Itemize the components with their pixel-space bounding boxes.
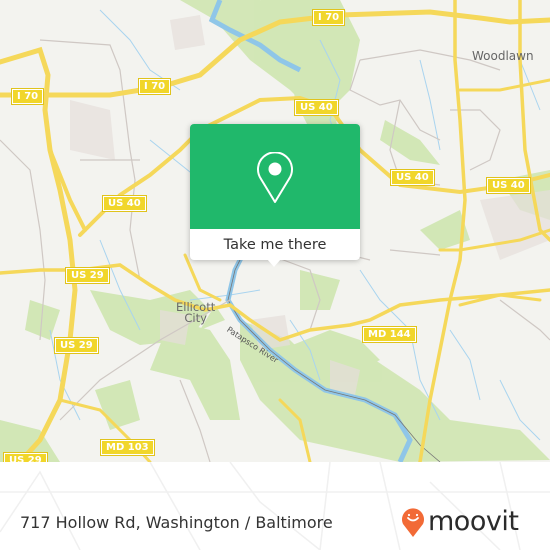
route-shield-us29: US 29	[3, 452, 48, 462]
route-shield-i70: I 70	[137, 78, 172, 95]
map[interactable]: I 70 I 70 I 70 US 40 US 40 US 40 US 40 U…	[0, 0, 550, 462]
moovit-logo[interactable]: moovit	[400, 506, 519, 538]
route-shield-us40: US 40	[486, 177, 531, 194]
route-shield-md103: MD 103	[100, 439, 155, 456]
footer: 717 Hollow Rd, Washington / Baltimore mo…	[0, 462, 550, 550]
map-pin-icon	[257, 152, 293, 203]
route-shield-i70: I 70	[311, 9, 346, 26]
address-text: 717 Hollow Rd, Washington / Baltimore	[20, 513, 333, 532]
popup-pointer	[267, 259, 281, 267]
place-label-woodlawn: Woodlawn	[472, 49, 534, 63]
route-shield-i70: I 70	[10, 88, 45, 105]
route-shield-us29: US 29	[54, 337, 99, 354]
route-shield-us40: US 40	[294, 99, 339, 116]
take-me-there-button[interactable]: Take me there	[190, 229, 360, 260]
route-shield-us40: US 40	[102, 195, 147, 212]
route-shield-us29: US 29	[65, 267, 110, 284]
route-shield-us40: US 40	[390, 169, 435, 186]
place-label-line: City	[184, 311, 207, 325]
route-shield-md144: MD 144	[362, 326, 417, 343]
brand-wordmark: moovit	[428, 506, 519, 537]
location-popup: Take me there	[190, 124, 360, 267]
popup-header	[190, 124, 360, 229]
moovit-pin-icon	[402, 508, 424, 537]
place-label-ellicott-city: Ellicott City	[176, 301, 215, 325]
